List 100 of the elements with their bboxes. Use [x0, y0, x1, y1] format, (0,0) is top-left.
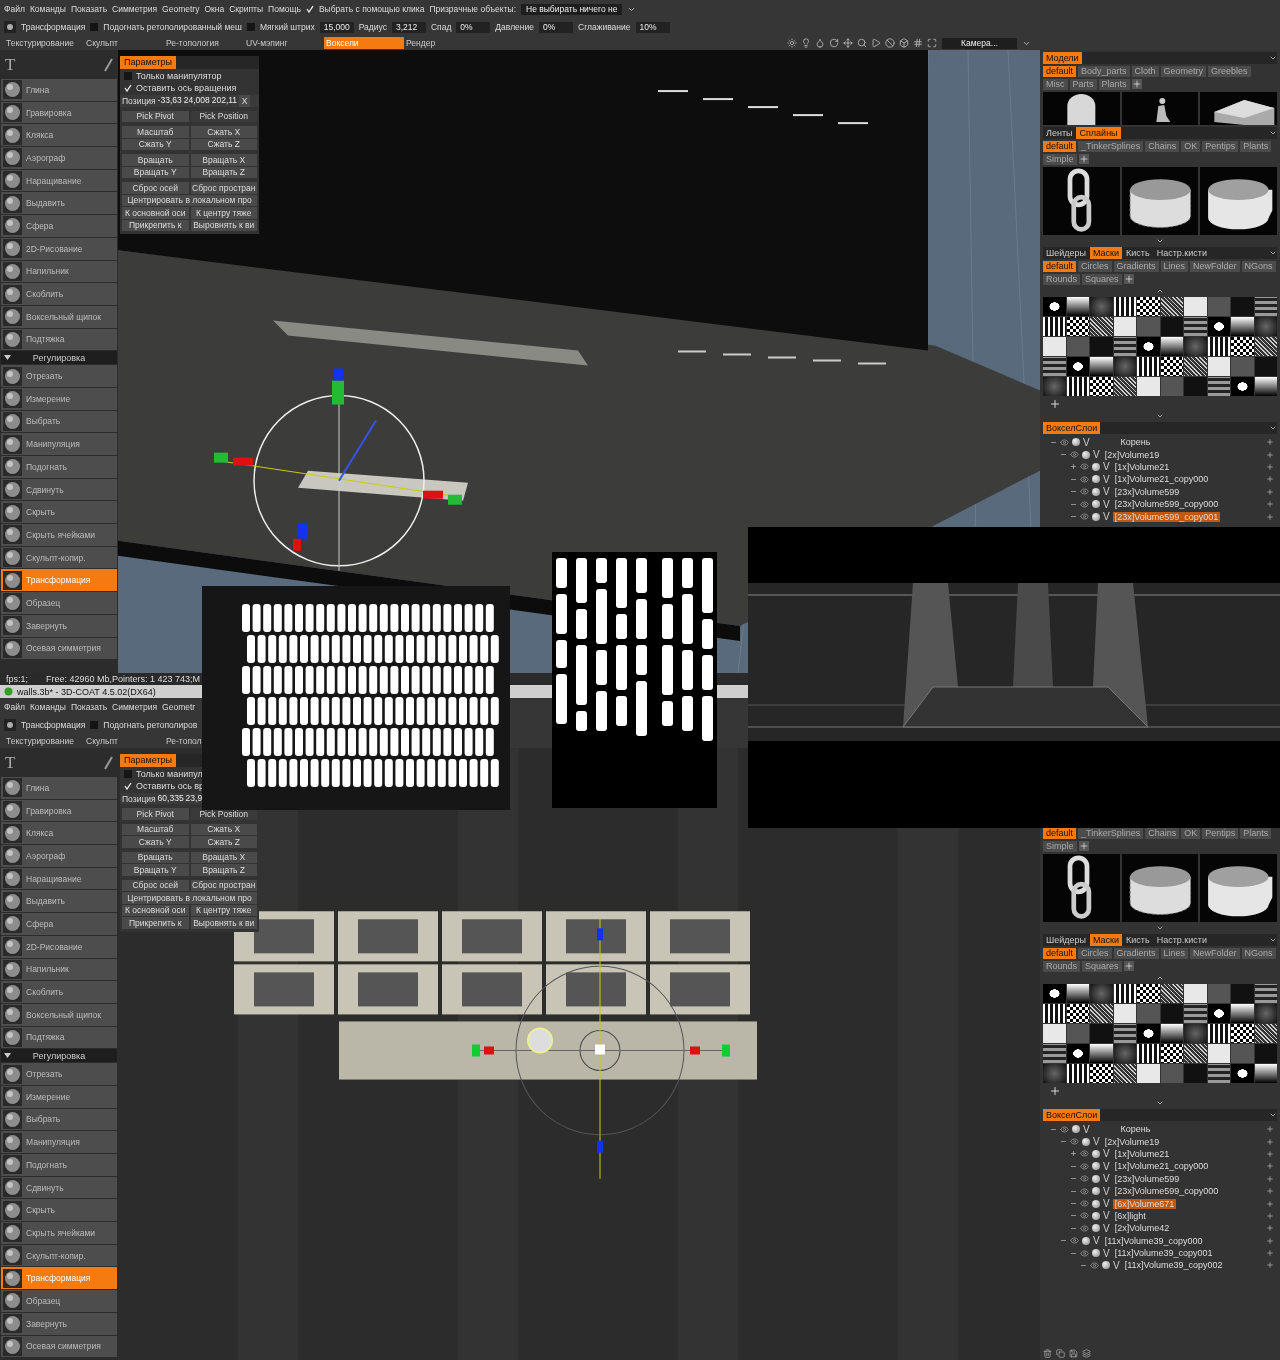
- visibility-icon[interactable]: [1080, 1199, 1089, 1209]
- layer-name[interactable]: Корень: [1092, 437, 1179, 448]
- tool-button[interactable]: Осевая симметрия: [1, 637, 117, 660]
- menu-item[interactable]: Помощь: [268, 4, 301, 14]
- folder-tag[interactable]: Rounds: [1043, 274, 1081, 285]
- collapse-icon[interactable]: [4, 1053, 11, 1059]
- clear-position-button[interactable]: X: [239, 95, 251, 107]
- studded-cylinder-thumbnail[interactable]: [1121, 854, 1199, 922]
- mask-thumbnail[interactable]: [1231, 337, 1254, 356]
- layer-name[interactable]: [1x]Volume21: [1112, 1148, 1172, 1159]
- add-layer-icon[interactable]: [1266, 450, 1274, 459]
- triangle-icon[interactable]: [871, 38, 881, 48]
- mask-thumbnail[interactable]: [1066, 377, 1089, 396]
- mask-thumbnail[interactable]: [1090, 357, 1113, 376]
- visibility-icon[interactable]: [1070, 1236, 1079, 1246]
- transform-button[interactable]: Вращать: [122, 851, 189, 863]
- mask-thumbnail[interactable]: [1090, 317, 1113, 336]
- mask-thumbnail[interactable]: [1207, 377, 1230, 396]
- search-icon[interactable]: [857, 38, 867, 48]
- tool-button[interactable]: Сфера: [1, 215, 117, 237]
- folder-tag[interactable]: default: [1043, 828, 1077, 839]
- mask-thumbnail[interactable]: [1137, 1064, 1160, 1083]
- menu-item[interactable]: Показать: [70, 4, 108, 14]
- tool-button[interactable]: Сфера: [1, 913, 117, 935]
- add-folder-icon[interactable]: [1123, 961, 1134, 971]
- menu-item[interactable]: Geometr: [162, 702, 196, 712]
- mask-thumbnail[interactable]: [1043, 317, 1066, 336]
- folder-tag[interactable]: Plants: [1240, 141, 1272, 152]
- mask-thumbnail[interactable]: [1207, 1064, 1230, 1083]
- folder-tag[interactable]: NGons: [1241, 948, 1276, 959]
- tool-button[interactable]: Манипуляция: [1, 433, 117, 455]
- visibility-icon[interactable]: [1080, 474, 1089, 484]
- panel-tab[interactable]: Маски: [1090, 247, 1123, 259]
- mask-thumbnail[interactable]: [1043, 377, 1066, 396]
- mask-thumbnail[interactable]: [1254, 1044, 1277, 1063]
- transform-button[interactable]: Сжать Z: [190, 138, 257, 150]
- mask-thumbnail[interactable]: [1207, 357, 1230, 376]
- panel-menu-icon[interactable]: [1269, 129, 1277, 137]
- transform-button[interactable]: Выровнять к ви: [190, 219, 257, 231]
- checkbox[interactable]: [124, 84, 132, 92]
- cylinder-thumbnail[interactable]: [1200, 167, 1277, 235]
- tool-button[interactable]: Скрыть: [1, 1199, 117, 1222]
- add-layer-icon[interactable]: [1266, 1249, 1274, 1258]
- menu-item[interactable]: Файл: [4, 702, 25, 712]
- tool-button[interactable]: 2D-Рисование: [1, 935, 117, 958]
- add-folder-icon[interactable]: [1123, 274, 1134, 284]
- tool-button[interactable]: Скрыть ячейками: [1, 524, 117, 546]
- mask-thumbnail[interactable]: [1043, 1064, 1066, 1083]
- mask-thumbnail[interactable]: [1231, 297, 1254, 316]
- folder-tag[interactable]: Lines: [1160, 948, 1189, 959]
- tool-button[interactable]: Отрезать: [1, 365, 117, 387]
- folder-tag[interactable]: Circles: [1078, 948, 1112, 959]
- tool-button[interactable]: Наращивание: [1, 867, 117, 890]
- mask-thumbnail[interactable]: [1090, 984, 1113, 1003]
- add-folder-icon[interactable]: [1078, 841, 1089, 851]
- mask-thumbnail[interactable]: [1184, 1044, 1207, 1063]
- add-layer-icon[interactable]: [1266, 1199, 1274, 1208]
- transform-button[interactable]: Сброс осей: [122, 879, 189, 891]
- mask-thumbnail[interactable]: [1231, 1064, 1254, 1083]
- visibility-icon[interactable]: [1080, 1161, 1089, 1171]
- transform-button[interactable]: Прикрепить к: [122, 219, 189, 231]
- room-tab[interactable]: Рендер: [404, 37, 484, 49]
- tool-button[interactable]: Воксельный щипок: [1, 305, 117, 328]
- add-mask-icon[interactable]: [1049, 398, 1061, 410]
- panel-menu-icon[interactable]: [1269, 424, 1277, 432]
- mask-thumbnail[interactable]: [1231, 1024, 1254, 1043]
- mask-thumbnail[interactable]: [1113, 337, 1136, 356]
- folder-tag[interactable]: _TinkerSplines: [1078, 141, 1144, 152]
- folder-tag[interactable]: NGons: [1241, 261, 1276, 272]
- position-field[interactable]: 60,335: [157, 793, 184, 804]
- mask-thumbnail[interactable]: [1113, 377, 1136, 396]
- tool-button[interactable]: Сдвинуть: [1, 478, 117, 501]
- tool-button[interactable]: Глина: [1, 777, 117, 799]
- tool-button[interactable]: Выбрать: [1, 1108, 117, 1131]
- folder-tag[interactable]: default: [1043, 141, 1077, 152]
- tool-button[interactable]: Скрыть ячейками: [1, 1222, 117, 1244]
- expand-icon[interactable]: [1070, 463, 1077, 471]
- move-icon[interactable]: [843, 38, 853, 48]
- folder-tag[interactable]: Pentips: [1202, 141, 1239, 152]
- folder-tag[interactable]: OK: [1181, 141, 1201, 152]
- visibility-icon[interactable]: [1070, 450, 1079, 460]
- transform-button[interactable]: Вращать X: [190, 851, 257, 863]
- mask-thumbnail[interactable]: [1160, 984, 1183, 1003]
- panel-tab[interactable]: Сплайны: [1076, 127, 1121, 139]
- panel-tab[interactable]: Кисть: [1123, 934, 1153, 946]
- checkbox[interactable]: [124, 770, 132, 778]
- checkbox[interactable]: [90, 721, 99, 729]
- visibility-icon[interactable]: [1080, 1248, 1089, 1258]
- menu-item[interactable]: Команды: [29, 4, 66, 14]
- mask-thumbnail[interactable]: [1113, 1004, 1136, 1023]
- add-layer-icon[interactable]: [1266, 1211, 1274, 1220]
- add-layer-icon[interactable]: [1266, 500, 1274, 509]
- mask-thumbnail[interactable]: [1066, 337, 1089, 356]
- add-layer-icon[interactable]: [1266, 462, 1274, 471]
- folder-tag[interactable]: _TinkerSplines: [1078, 828, 1144, 839]
- mask-thumbnail[interactable]: [1254, 1064, 1277, 1083]
- panel-tab[interactable]: Настр.кисти: [1153, 247, 1210, 259]
- soft-stroke-field[interactable]: 15,000: [319, 21, 354, 33]
- folder-tag[interactable]: Simple: [1043, 841, 1077, 852]
- layer-name[interactable]: [2x]Volume19: [1102, 1136, 1162, 1147]
